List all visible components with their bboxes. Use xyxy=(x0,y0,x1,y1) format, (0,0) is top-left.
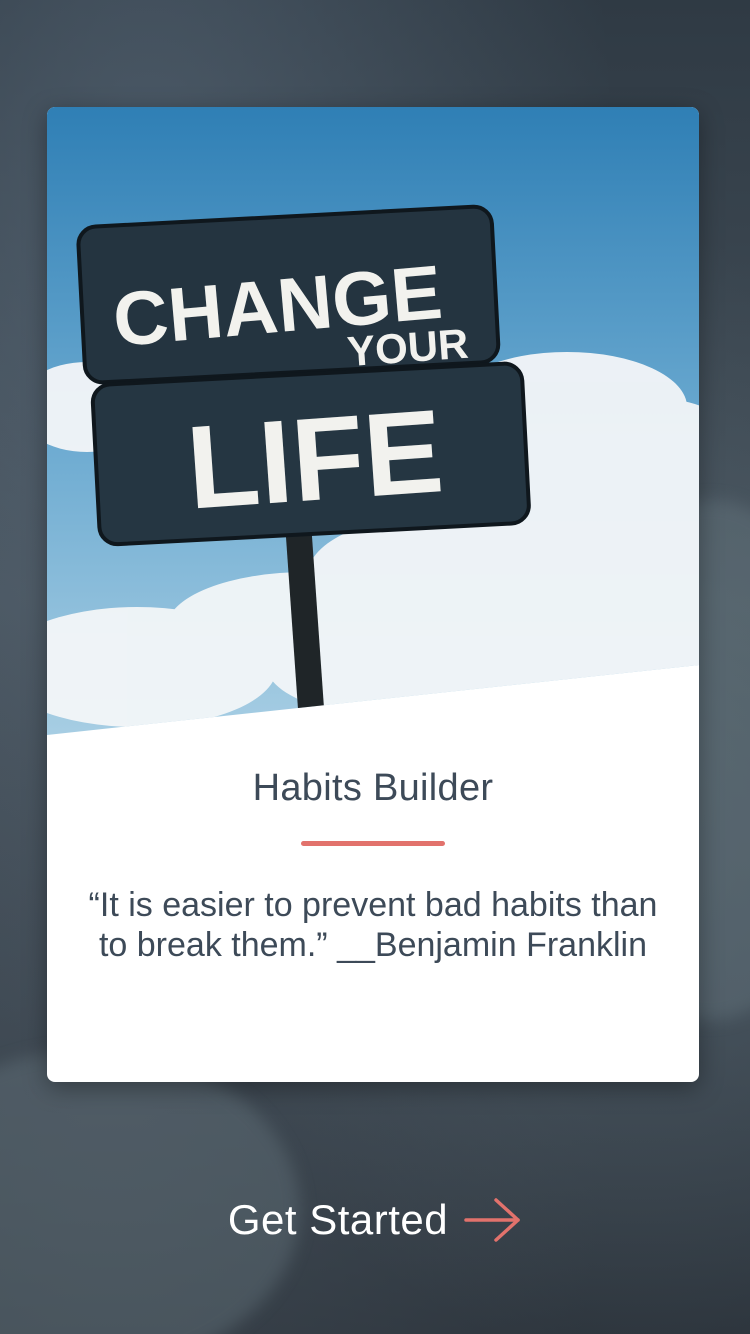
app-title: Habits Builder xyxy=(252,767,494,809)
quote-text: “It is easier to prevent bad habits than… xyxy=(88,886,658,964)
get-started-label: Get Started xyxy=(227,1196,449,1243)
title-divider xyxy=(301,841,445,846)
get-started-button[interactable]: Get Started xyxy=(0,1196,750,1244)
sign-text-life: LIFE xyxy=(183,385,447,535)
arrow-right-icon xyxy=(464,1196,522,1244)
onboarding-screen: CHANGE YOUR LIFE Habits Builder “It is e… xyxy=(0,0,750,1334)
sign-text-your: YOUR xyxy=(346,320,470,375)
intro-card: CHANGE YOUR LIFE Habits Builder “It is e… xyxy=(47,107,699,1082)
hero-image: CHANGE YOUR LIFE xyxy=(47,107,699,747)
